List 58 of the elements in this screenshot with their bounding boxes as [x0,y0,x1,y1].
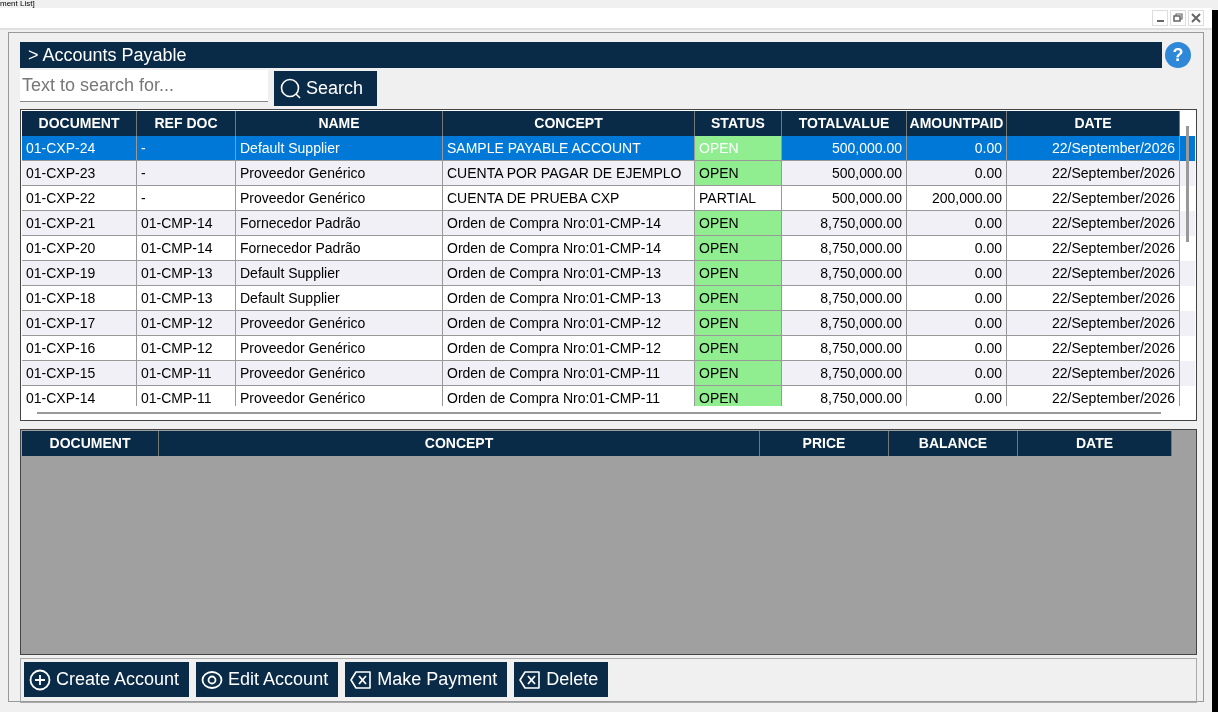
delete-button[interactable]: Delete [514,662,609,697]
column-header[interactable]: CONCEPT [159,431,760,456]
help-icon[interactable]: ? [1164,41,1192,69]
table-cell: OPEN [695,161,782,186]
table-cell: Proveedor Genérico [236,386,443,406]
clear-icon [519,669,542,690]
table-row[interactable]: 01-CXP-15 01-CMP-11 Proveedor Genérico Orden de Compra Nro:01-CMP-11 OPEN 8,750,000.00 0.00 22/September/2026 [22,361,1195,386]
column-header[interactable]: BALANCE [889,431,1018,456]
table-row[interactable]: 01-CXP-19 01-CMP-13 Default Supplier Orden de Compra Nro:01-CMP-13 OPEN 8,750,000.00 0.00 22/September/2026 [22,261,1195,286]
scrollbar[interactable] [37,412,1161,414]
table-row[interactable]: 01-CXP-21 01-CMP-14 Fornecedor Padrão Orden de Compra Nro:01-CMP-14 OPEN 8,750,000.00 0.00 22/September/2026 [22,211,1195,236]
table-cell: OPEN [695,136,782,161]
table-cell: OPEN [695,236,782,261]
table-row[interactable]: 01-CXP-24 - Default Supplier SAMPLE PAYABLE ACCOUNT OPEN 500,000.00 0.00 22/September/2026 [22,136,1195,161]
table-cell: OPEN [695,386,782,406]
close-icon [1191,13,1201,23]
search-button[interactable]: Search [274,71,377,106]
restore-button[interactable] [1170,10,1186,26]
minimize-icon [1156,20,1164,22]
column-header[interactable]: DOCUMENT [22,431,159,456]
close-button[interactable] [1188,10,1204,26]
minimize-button[interactable] [1152,10,1168,26]
table-cell: OPEN [695,336,782,361]
eye-icon [201,668,224,691]
column-header[interactable]: DOCUMENT [22,111,137,136]
column-header[interactable]: STATUS [695,111,782,136]
table-cell: 01-CXP-14 [22,386,137,406]
section-header: > Accounts Payable [20,42,1162,68]
table-cell: OPEN [695,261,782,286]
search-icon [280,77,302,100]
column-header[interactable]: CONCEPT [443,111,695,136]
column-header[interactable]: DATE [1018,431,1172,456]
table-cell: OPEN [695,361,782,386]
table-cell: 8,750,000.00 [782,386,907,406]
table-row[interactable]: 01-CXP-17 01-CMP-12 Proveedor Genérico Orden de Compra Nro:01-CMP-12 OPEN 8,750,000.00 0.00 22/September/2026 [22,311,1195,336]
table-cell: 01-CMP-11 [137,386,236,406]
table-cell: OPEN [695,286,782,311]
column-header[interactable]: DATE [1007,111,1180,136]
table-cell: OPEN [695,311,782,336]
search-field[interactable]: Text to search for... [20,70,268,102]
scrollbar[interactable] [1186,126,1189,242]
table-cell: 22/September/2026 [1007,386,1180,406]
restore-icon [1173,13,1183,23]
column-header[interactable]: NAME [236,111,443,136]
table-cell: OPEN [695,211,782,236]
column-header[interactable]: REF DOC [137,111,236,136]
column-header[interactable]: AMOUNTPAID [907,111,1007,136]
window-title: ment List] [0,0,35,8]
clear-icon [350,669,373,690]
edit-button[interactable]: Edit Account [196,662,339,697]
table-cell: 0.00 [907,386,1007,406]
table-row[interactable]: 01-CXP-23 - Proveedor Genérico CUENTA POR PAGAR DE EJEMPLO OPEN 500,000.00 0.00 22/September/2026 [22,161,1195,186]
column-header[interactable]: TOTALVALUE [782,111,907,136]
create-button[interactable]: Create Account [24,662,190,697]
payment-button[interactable]: Make Payment [345,662,508,697]
plus-circle-icon [29,668,51,691]
table-cell: PARTIAL [695,186,782,211]
column-header[interactable]: PRICE [760,431,889,456]
